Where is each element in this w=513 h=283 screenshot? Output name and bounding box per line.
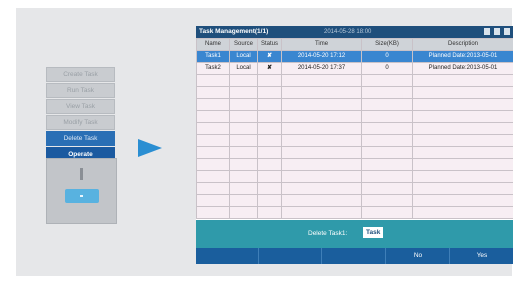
battery-icon (504, 28, 510, 35)
device-button[interactable] (65, 189, 99, 203)
menu-item-create-task[interactable]: Create Task (46, 67, 115, 82)
cell-description: Planned Date:2013-05-01 (412, 50, 513, 63)
task-menu: Create Task Run Task View Task Modify Ta… (46, 67, 115, 164)
device-button-dot (80, 195, 83, 197)
empty-row (196, 158, 513, 171)
col-header-description: Description (412, 38, 513, 51)
wrench-icon (494, 28, 501, 35)
status-failed-icon: ✘ (257, 62, 282, 75)
empty-row (196, 134, 513, 147)
menu-item-delete-task[interactable]: Delete Task (46, 131, 115, 146)
empty-row (196, 146, 513, 159)
softkey-3[interactable] (321, 248, 386, 264)
menu-item-modify-task[interactable]: Modify Task (46, 115, 115, 130)
status-icons (482, 28, 510, 36)
empty-row (196, 98, 513, 111)
task-table: Name Source Status Time Size(KB) Descrip… (196, 38, 513, 219)
cell-description: Planned Date:2013-05-01 (412, 62, 513, 75)
arrow-right-icon (138, 139, 162, 157)
cell-name: Task2 (196, 62, 230, 75)
device-slot (80, 168, 83, 180)
empty-row (196, 122, 513, 135)
col-header-name: Name (196, 38, 230, 51)
cell-size: 0 (361, 50, 413, 63)
task-management-screen: Task Management(1/1) 2014-05-28 18:00 Na… (196, 26, 513, 264)
cell-name: Task1 (196, 50, 230, 63)
confirm-message-bar: Delete Task1: Task (196, 220, 513, 248)
table-row[interactable]: Task1 Local ✘ 2014-05-20 17:12 0 Planned… (196, 50, 513, 63)
col-header-size: Size(KB) (361, 38, 413, 51)
title-bar: Task Management(1/1) 2014-05-28 18:00 (196, 26, 513, 38)
empty-row (196, 182, 513, 195)
empty-row (196, 86, 513, 99)
task-badge: Task (363, 227, 384, 238)
confirm-message: Delete Task1: (308, 230, 348, 237)
yes-button[interactable]: Yes (449, 248, 513, 264)
signal-icon (484, 28, 491, 35)
cell-time: 2014-05-20 17:37 (281, 62, 362, 75)
table-header-row: Name Source Status Time Size(KB) Descrip… (196, 38, 513, 51)
datetime: 2014-05-28 18:00 (324, 29, 372, 35)
screen-title: Task Management(1/1) (199, 28, 269, 35)
device-body (46, 158, 117, 224)
status-failed-icon: ✘ (257, 50, 282, 63)
cell-time: 2014-05-20 17:12 (281, 50, 362, 63)
softkey-1[interactable] (196, 248, 258, 264)
empty-row (196, 110, 513, 123)
menu-item-view-task[interactable]: View Task (46, 99, 115, 114)
cell-source: Local (229, 50, 258, 63)
empty-row (196, 194, 513, 207)
table-row[interactable]: Task2 Local ✘ 2014-05-20 17:37 0 Planned… (196, 62, 513, 75)
softkey-bar: No Yes (196, 248, 513, 264)
col-header-status: Status (257, 38, 282, 51)
cell-size: 0 (361, 62, 413, 75)
empty-row (196, 206, 513, 219)
no-button[interactable]: No (385, 248, 450, 264)
softkey-2[interactable] (258, 248, 322, 264)
empty-row (196, 74, 513, 87)
col-header-time: Time (281, 38, 362, 51)
menu-item-run-task[interactable]: Run Task (46, 83, 115, 98)
cell-source: Local (229, 62, 258, 75)
col-header-source: Source (229, 38, 258, 51)
empty-row (196, 170, 513, 183)
